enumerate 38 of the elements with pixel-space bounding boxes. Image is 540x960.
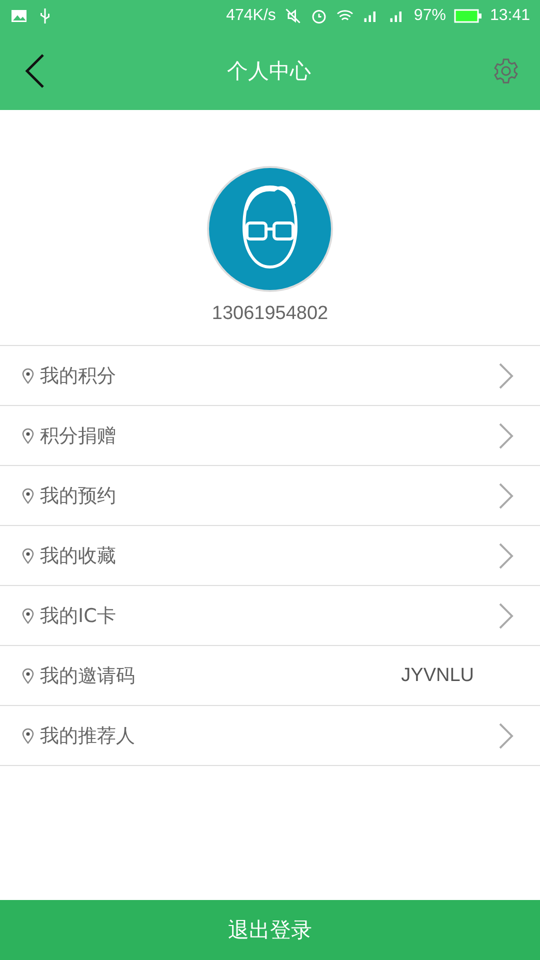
chevron-right-icon [498, 542, 514, 570]
menu-item[interactable]: 我的邀请码 JYVNLU [0, 646, 540, 706]
location-pin-icon [22, 668, 34, 684]
location-pin-icon [22, 548, 34, 564]
menu-item[interactable]: 我的积分 [0, 346, 540, 406]
menu-label: 我的IC卡 [40, 604, 117, 628]
menu-item[interactable]: 我的收藏 [0, 526, 540, 586]
location-pin-icon [22, 428, 34, 444]
chevron-right-icon [498, 602, 514, 630]
location-pin-icon [22, 368, 34, 384]
menu-label: 我的收藏 [40, 544, 117, 568]
chevron-right-icon [498, 362, 514, 390]
menu-item[interactable]: 我的推荐人 [0, 706, 540, 766]
menu-item[interactable]: 我的预约 [0, 466, 540, 526]
network-speed: 474K/s [226, 7, 276, 25]
menu-label: 我的邀请码 [40, 664, 136, 688]
alarm-icon [310, 7, 328, 25]
location-pin-icon [22, 728, 34, 744]
location-pin-icon [22, 608, 34, 624]
invite-code: JYVNLU [401, 664, 474, 686]
menu-label: 我的积分 [40, 364, 117, 388]
location-pin-icon [22, 488, 34, 504]
clock: 13:41 [490, 7, 530, 25]
page-title: 个人中心 [227, 58, 311, 85]
battery-percent: 97% [414, 7, 446, 25]
menu-label: 我的预约 [40, 484, 117, 508]
battery-icon [454, 8, 482, 24]
chevron-right-icon [498, 422, 514, 450]
chevron-right-icon [498, 482, 514, 510]
menu-item[interactable]: 我的IC卡 [0, 586, 540, 646]
menu-label: 我的推荐人 [40, 724, 136, 748]
image-icon [10, 7, 28, 25]
menu-item[interactable]: 积分捐赠 [0, 406, 540, 466]
menu-label: 积分捐赠 [40, 424, 117, 448]
mute-icon [284, 7, 302, 25]
back-icon[interactable] [24, 53, 46, 89]
phone-number: 13061954802 [212, 303, 328, 325]
chevron-right-icon [498, 722, 514, 750]
